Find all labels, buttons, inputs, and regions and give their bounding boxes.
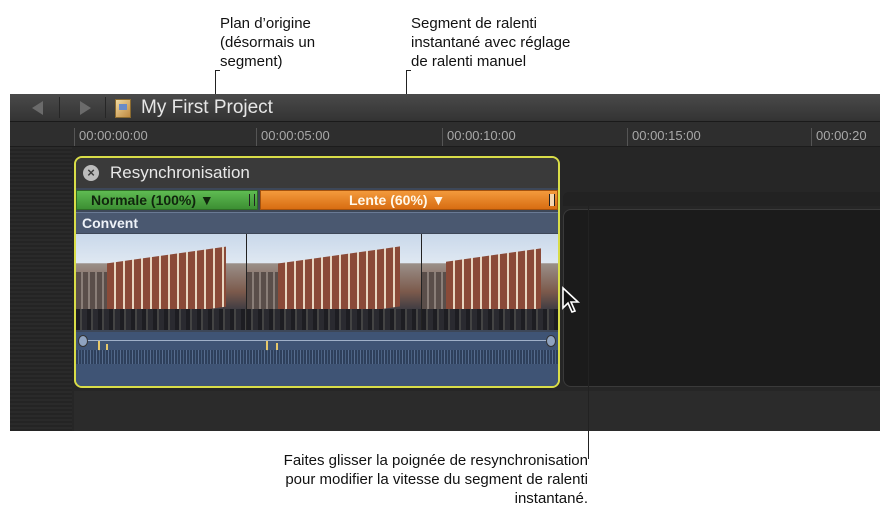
retime-handle[interactable]	[249, 194, 255, 206]
toolbar-divider	[105, 97, 106, 118]
timeline-toolbar: My First Project	[10, 94, 880, 122]
retime-handle[interactable]	[549, 194, 555, 206]
mouse-pointer-icon	[562, 286, 581, 313]
video-thumbnail	[247, 234, 422, 330]
toolbar-divider	[59, 97, 60, 118]
retime-title: Resynchronisation	[110, 163, 250, 182]
audio-peak	[276, 343, 278, 350]
callout-line: de ralenti manuel	[411, 53, 527, 70]
timecode-ruler[interactable]: 00:00:00:00 00:00:05:00 00:00:10:00 00:0…	[10, 122, 880, 147]
segment-slow-label: Lente (60%) ▼	[349, 192, 446, 208]
callout-line: Faites glisser la poignée de resynchroni…	[283, 452, 588, 469]
callout-line: instantané avec réglage	[411, 34, 571, 51]
leader-line	[215, 70, 220, 71]
callout-line: segment)	[220, 53, 283, 70]
video-thumbnail	[422, 234, 558, 330]
timecode-label: 00:00:00:00	[74, 128, 148, 146]
back-arrow-icon[interactable]	[32, 101, 43, 115]
close-icon[interactable]: ×	[83, 165, 99, 181]
adjacent-clip-header	[563, 192, 880, 206]
forward-arrow-icon[interactable]	[80, 101, 91, 115]
callout-line: (désormais un	[220, 34, 316, 51]
timeline-window: My First Project 00:00:00:00 00:00:05:00…	[10, 94, 880, 431]
project-title: My First Project	[141, 97, 273, 118]
keyframe-handle[interactable]	[546, 335, 556, 347]
keyframe-handle[interactable]	[78, 335, 88, 347]
leader-line	[571, 199, 589, 200]
video-thumbnail	[76, 234, 247, 330]
thumbnail-detail	[76, 308, 246, 330]
retime-header: × Resynchronisation	[76, 158, 558, 188]
callout-line: Segment de ralenti	[411, 15, 537, 32]
callout-line: instantané.	[514, 490, 588, 507]
segment-slow[interactable]: Lente (60%) ▼	[260, 190, 558, 210]
callout-line: pour modifier la vitesse du segment de r…	[285, 471, 588, 488]
clip-name-bar: Convent	[76, 212, 558, 233]
clip-name: Convent	[82, 215, 138, 231]
timecode-label: 00:00:15:00	[627, 128, 701, 146]
timecode-label: 00:00:05:00	[256, 128, 330, 146]
timecode-label: 00:00:20	[811, 128, 867, 146]
lower-track	[74, 391, 880, 431]
track-gutter	[10, 147, 72, 431]
callout-original-clip: Plan d’origine (désormais un segment)	[220, 14, 315, 71]
segment-normal-label: Normale (100%) ▼	[91, 192, 214, 208]
thumbnail-detail	[247, 308, 421, 330]
timecode-label: 00:00:10:00	[442, 128, 516, 146]
waveform	[76, 350, 558, 364]
leader-line	[588, 199, 589, 459]
adjacent-clip[interactable]	[563, 209, 880, 387]
callout-line: Plan d’origine	[220, 15, 311, 32]
volume-line[interactable]	[82, 340, 552, 341]
retimed-clip[interactable]: × Resynchronisation Normale (100%) ▼ Len…	[74, 156, 560, 388]
segment-normal[interactable]: Normale (100%) ▼	[76, 190, 258, 210]
audio-waveform[interactable]	[76, 332, 558, 386]
project-icon	[115, 99, 131, 118]
thumbnail-detail	[422, 308, 558, 330]
callout-slow-segment: Segment de ralenti instantané avec régla…	[411, 14, 570, 71]
leader-line	[406, 70, 411, 71]
callout-retime-handle: Faites glisser la poignée de resynchroni…	[190, 451, 588, 508]
